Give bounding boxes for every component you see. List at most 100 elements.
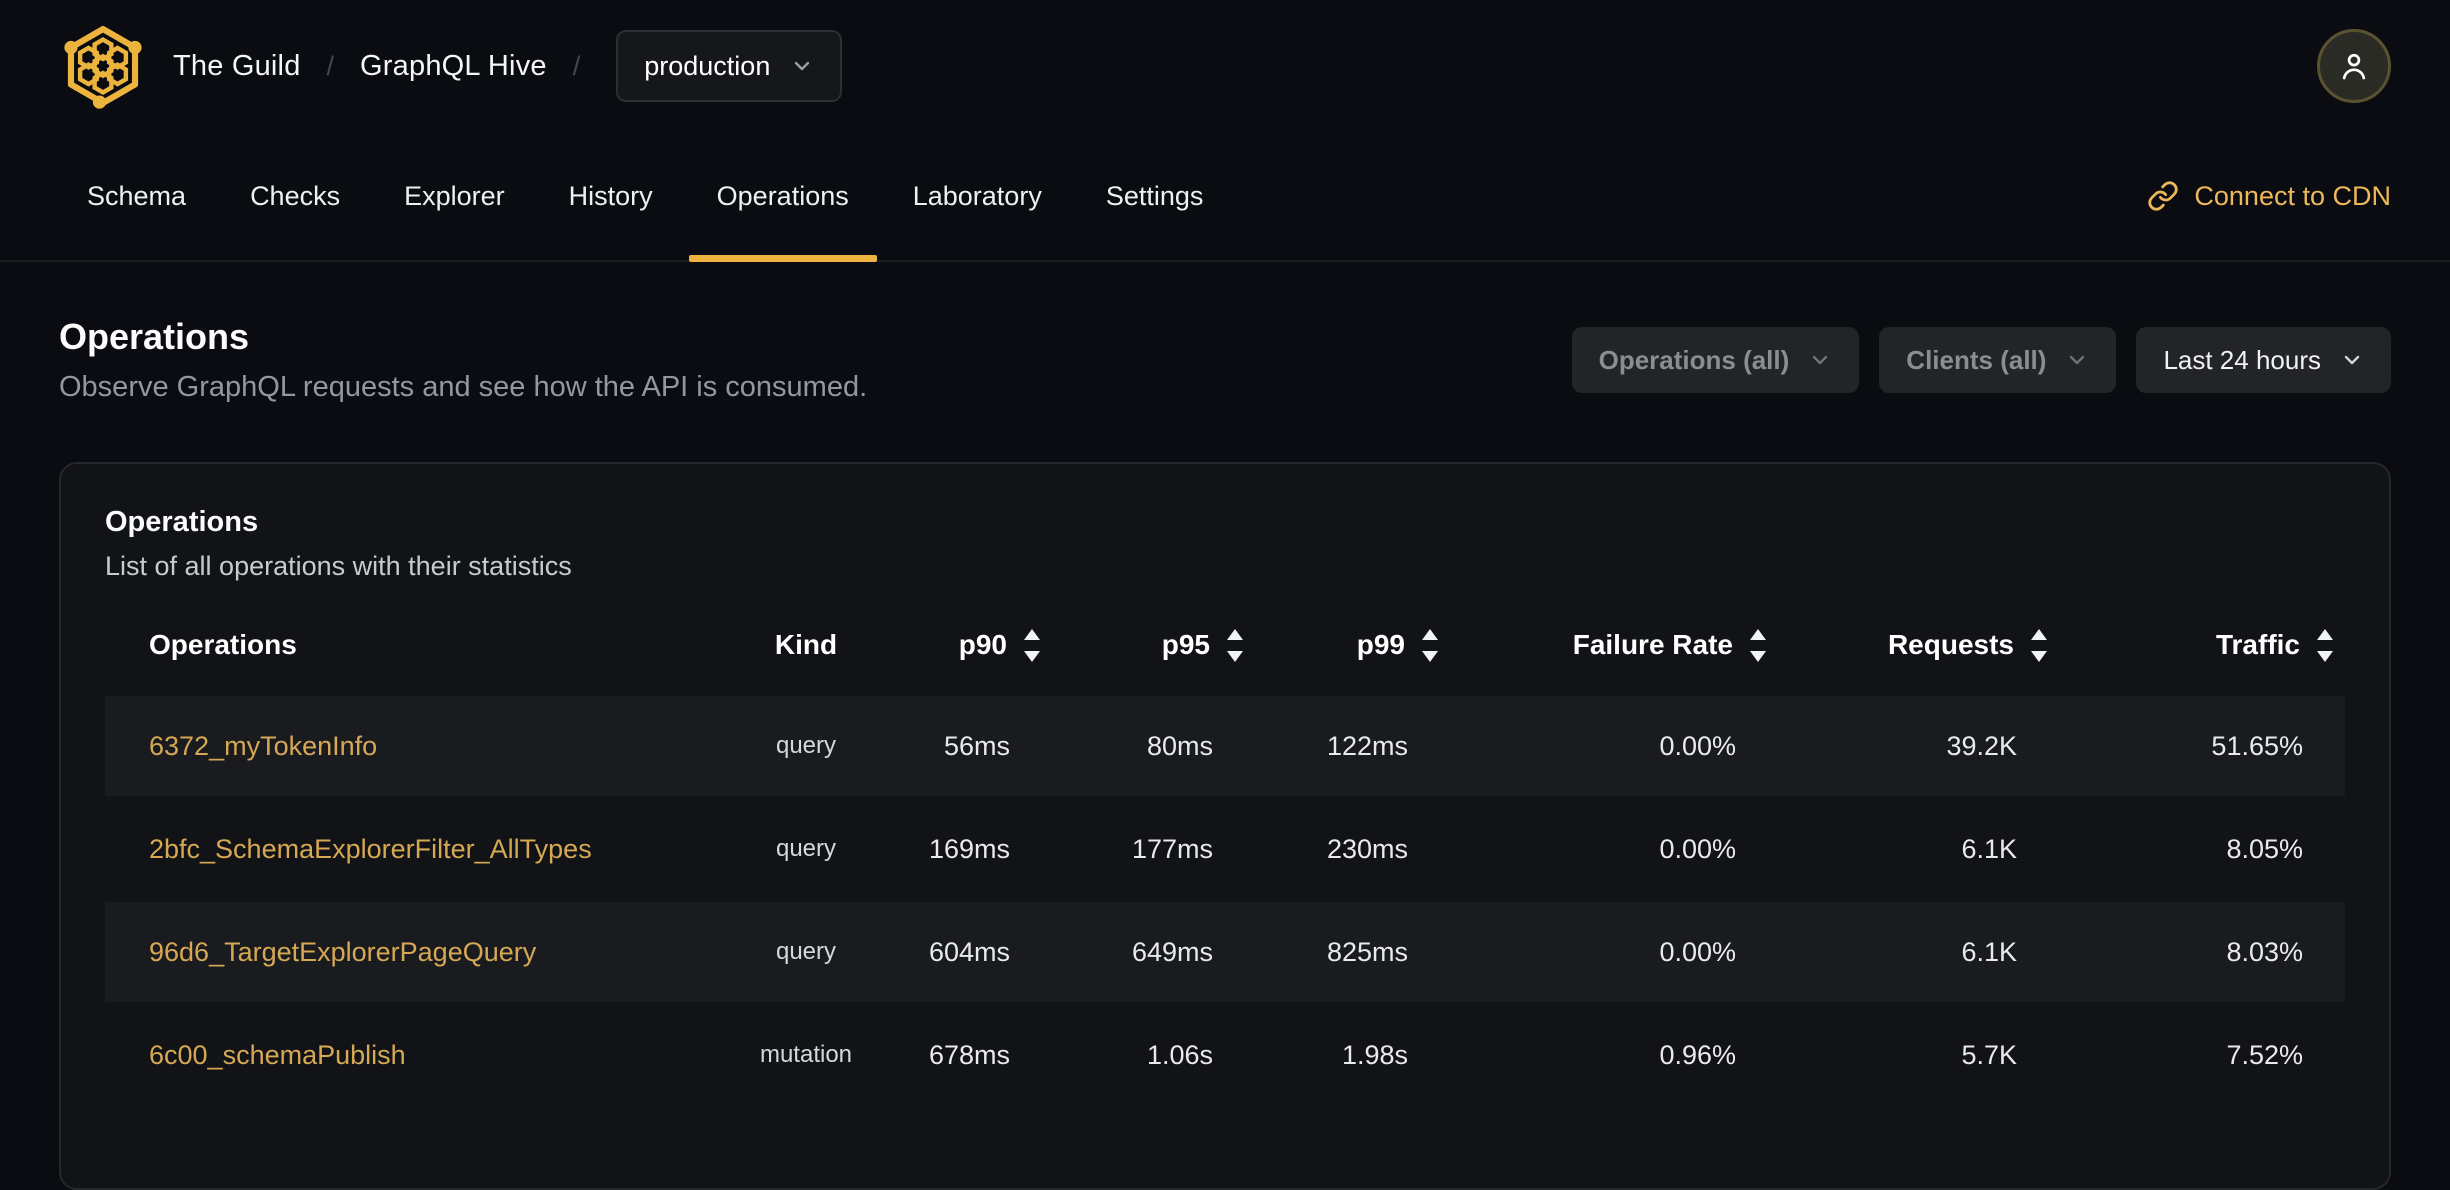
period-filter-dropdown[interactable]: Last 24 hours <box>2136 327 2391 393</box>
table-row: 2bfc_SchemaExplorerFilter_AllTypes query… <box>105 799 2345 902</box>
connect-to-cdn-label: Connect to CDN <box>2194 180 2391 211</box>
clients-filter-dropdown[interactable]: Clients (all) <box>1879 327 2117 393</box>
sort-button-p95[interactable]: p95 <box>1052 628 1255 662</box>
page-subtitle: Observe GraphQL requests and see how the… <box>59 371 868 403</box>
requests-cell: 6.1K <box>1778 902 2059 1005</box>
breadcrumb-project-link[interactable]: GraphQL Hive <box>360 50 547 83</box>
operation-link[interactable]: 6372_myTokenInfo <box>149 731 377 761</box>
target-selector-dropdown[interactable]: production <box>616 30 843 102</box>
p99-cell: 230ms <box>1326 833 1408 864</box>
column-header-p90: p90 <box>896 622 1052 696</box>
column-label: p90 <box>958 629 1007 660</box>
card-title: Operations <box>105 506 259 538</box>
kind-cell: mutation <box>759 1041 853 1068</box>
traffic-cell: 7.52% <box>2226 1039 2303 1070</box>
column-label: p99 <box>1356 629 1405 660</box>
failure-rate-cell: 0.00% <box>1450 902 1778 1005</box>
clients-filter-label: Clients (all) <box>1906 344 2047 375</box>
connect-to-cdn-link[interactable]: Connect to CDN <box>2147 132 2391 260</box>
operations-filter-dropdown[interactable]: Operations (all) <box>1571 327 1860 393</box>
target-selector-value: production <box>644 50 771 81</box>
nav-tabs: Schema Checks Explorer History Operation… <box>59 132 1232 262</box>
tab-schema[interactable]: Schema <box>59 132 214 260</box>
sort-arrows-icon <box>2031 628 2047 662</box>
chevron-down-icon <box>2065 348 2089 372</box>
sort-button-traffic[interactable]: Traffic <box>2059 628 2345 662</box>
sort-arrows-icon <box>2317 628 2333 662</box>
column-label: p95 <box>1161 629 1210 660</box>
column-label: Traffic <box>2215 629 2300 660</box>
column-label: Failure Rate <box>1572 629 1733 660</box>
breadcrumb-separator: / <box>326 50 335 81</box>
tab-checks[interactable]: Checks <box>222 132 368 260</box>
requests-cell: 39.2K <box>1778 696 2059 799</box>
sort-button-p99[interactable]: p99 <box>1255 628 1450 662</box>
page-title: Operations <box>59 316 250 357</box>
p99-cell: 1.98s <box>1341 1039 1408 1070</box>
traffic-cell: 51.65% <box>2059 696 2345 799</box>
page-header: Operations Observe GraphQL requests and … <box>59 316 2391 404</box>
p90-cell: 169ms <box>928 833 1010 864</box>
requests-cell: 5.7K <box>1961 1039 2017 1070</box>
traffic-cell: 8.03% <box>2059 902 2345 1005</box>
user-menu-button[interactable] <box>2317 29 2391 103</box>
sort-arrows-icon <box>1227 628 1243 662</box>
column-header-failure-rate: Failure Rate <box>1450 622 1778 696</box>
hive-logo-icon[interactable] <box>59 22 147 110</box>
column-header-operations: Operations <box>149 629 297 660</box>
column-header-p99: p99 <box>1255 622 1450 696</box>
breadcrumb: The Guild / GraphQL Hive / production <box>59 22 843 110</box>
operations-page: Operations Observe GraphQL requests and … <box>0 316 2450 1190</box>
p90-cell: 56ms <box>896 696 1052 799</box>
kind-cell: query <box>775 835 837 862</box>
breadcrumb-org-link[interactable]: The Guild <box>173 50 301 83</box>
sort-button-failure-rate[interactable]: Failure Rate <box>1450 628 1778 662</box>
card-subtitle: List of all operations with their statis… <box>105 551 572 581</box>
person-icon <box>2342 53 2366 80</box>
column-header-requests: Requests <box>1778 622 2059 696</box>
chevron-down-icon <box>790 54 814 78</box>
tab-history[interactable]: History <box>541 132 681 260</box>
requests-cell: 6.1K <box>1961 833 2017 864</box>
operation-link[interactable]: 96d6_TargetExplorerPageQuery <box>149 937 536 967</box>
tab-explorer[interactable]: Explorer <box>376 132 533 260</box>
top-bar: The Guild / GraphQL Hive / production <box>0 0 2450 132</box>
sort-button-p90[interactable]: p90 <box>896 628 1052 662</box>
p99-cell: 122ms <box>1255 696 1450 799</box>
target-nav: Schema Checks Explorer History Operation… <box>0 132 2450 262</box>
p95-cell: 177ms <box>1131 833 1213 864</box>
sort-arrows-icon <box>1024 628 1040 662</box>
sort-arrows-icon <box>1422 628 1438 662</box>
column-header-p95: p95 <box>1052 622 1255 696</box>
table-header-row: Operations Kind p90 p95 p99 Failure Rate… <box>105 622 2345 696</box>
failure-rate-cell: 0.96% <box>1659 1039 1736 1070</box>
traffic-cell: 8.05% <box>2226 833 2303 864</box>
breadcrumb-separator: / <box>572 50 581 81</box>
tab-settings[interactable]: Settings <box>1078 132 1232 260</box>
failure-rate-cell: 0.00% <box>1450 696 1778 799</box>
chevron-down-icon <box>2340 348 2364 372</box>
tab-operations[interactable]: Operations <box>688 132 877 262</box>
column-header-traffic: Traffic <box>2059 622 2345 696</box>
p95-cell: 1.06s <box>1146 1039 1213 1070</box>
tab-laboratory[interactable]: Laboratory <box>885 132 1070 260</box>
operations-filter-label: Operations (all) <box>1598 344 1790 375</box>
operations-card: Operations List of all operations with t… <box>59 462 2391 1190</box>
operation-link[interactable]: 6c00_schemaPublish <box>149 1040 406 1070</box>
sort-arrows-icon <box>1750 628 1766 662</box>
column-header-kind: Kind <box>774 629 838 660</box>
column-label: Requests <box>1887 629 2014 660</box>
filters: Operations (all) Clients (all) Last 24 h… <box>1571 327 2391 393</box>
operation-link[interactable]: 2bfc_SchemaExplorerFilter_AllTypes <box>149 834 592 864</box>
kind-cell: query <box>716 902 896 1005</box>
table-row: 6372_myTokenInfo query 56ms 80ms 122ms 0… <box>105 696 2345 799</box>
p90-cell: 678ms <box>928 1039 1010 1070</box>
sort-button-requests[interactable]: Requests <box>1778 628 2059 662</box>
chevron-down-icon <box>1808 348 1832 372</box>
p99-cell: 825ms <box>1255 902 1450 1005</box>
operations-table: Operations Kind p90 p95 p99 Failure Rate… <box>105 622 2345 1108</box>
failure-rate-cell: 0.00% <box>1659 833 1736 864</box>
table-row: 6c00_schemaPublish mutation 678ms 1.06s … <box>105 1005 2345 1108</box>
p90-cell: 604ms <box>896 902 1052 1005</box>
table-row: 96d6_TargetExplorerPageQuery query 604ms… <box>105 902 2345 1005</box>
